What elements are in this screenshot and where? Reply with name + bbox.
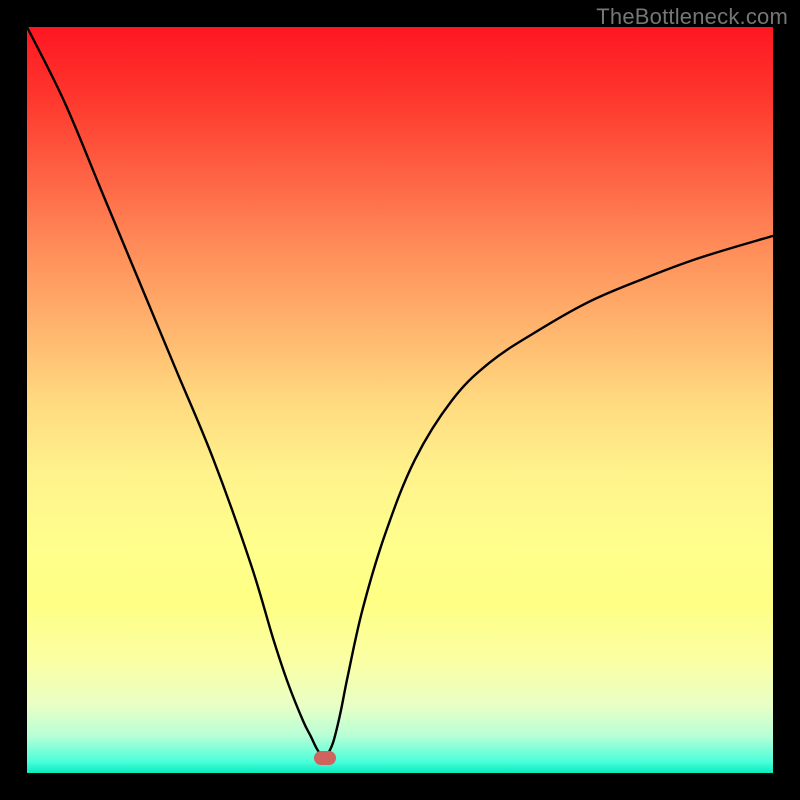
- curve-left-branch: [27, 27, 325, 758]
- bottleneck-curve: [27, 27, 773, 773]
- plot-area: [27, 27, 773, 773]
- chart-frame: TheBottleneck.com: [0, 0, 800, 800]
- watermark-text: TheBottleneck.com: [596, 4, 788, 30]
- curve-right-branch: [325, 236, 773, 758]
- minimum-marker: [314, 751, 336, 765]
